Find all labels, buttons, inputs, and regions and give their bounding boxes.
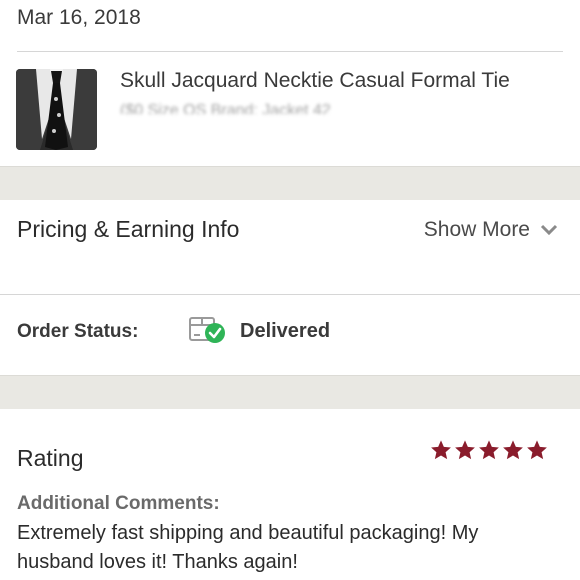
star-icon xyxy=(527,440,547,460)
product-thumbnail[interactable] xyxy=(16,69,97,150)
order-date: Mar 16, 2018 xyxy=(17,6,141,29)
product-title[interactable]: Skull Jacquard Necktie Casual Formal Tie xyxy=(120,69,510,93)
show-more-label: Show More xyxy=(423,218,530,241)
star-icon xyxy=(503,440,523,460)
additional-comments-text: Extremely fast shipping and beautiful pa… xyxy=(17,522,479,573)
order-header: Mar 16, 2018 Skull Jacquard Necktie Casu… xyxy=(0,0,580,166)
rating-section: Rating Additional Comments: Extremely fa… xyxy=(0,409,580,580)
chevron-down-icon xyxy=(540,224,558,236)
section-gap xyxy=(0,375,580,411)
show-more-button[interactable]: Show More xyxy=(424,218,558,242)
order-status-label: Order Status: xyxy=(17,321,139,342)
additional-comments-label: Additional Comments: xyxy=(17,493,220,514)
package-delivered-icon xyxy=(189,317,225,343)
star-rating xyxy=(430,439,548,461)
rating-title: Rating xyxy=(17,445,84,471)
product-subtitle: ($0 Size OS Brand: Jacket 42 xyxy=(120,102,331,114)
divider xyxy=(17,51,563,52)
order-status-section: Order Status: Delivered xyxy=(0,295,580,375)
star-icon xyxy=(431,440,451,460)
order-status-value: Delivered xyxy=(240,320,331,342)
pricing-title: Pricing & Earning Info xyxy=(17,216,240,242)
pricing-section: Pricing & Earning Info Show More xyxy=(0,200,580,295)
star-icon xyxy=(455,440,475,460)
star-icon xyxy=(479,440,499,460)
section-gap xyxy=(0,166,580,201)
